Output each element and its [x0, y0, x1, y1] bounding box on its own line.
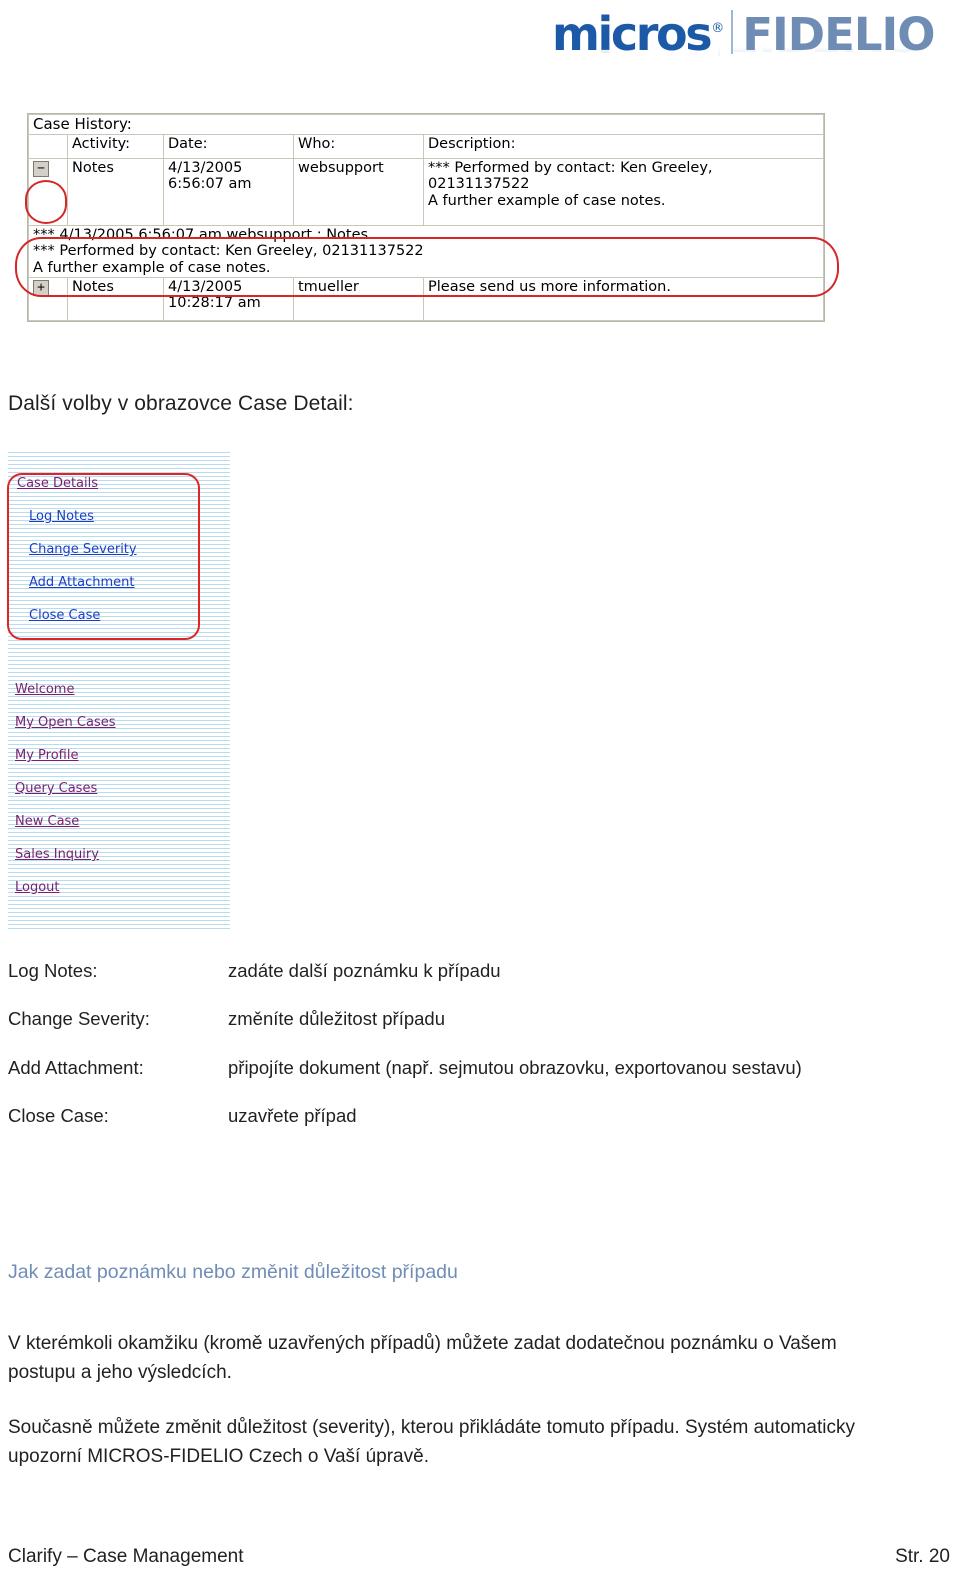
subsection-heading: Jak zadat poznámku nebo změnit důležitos… — [8, 1261, 458, 1283]
cell-activity: Notes — [67, 277, 164, 322]
menu-item-query-cases[interactable]: Query Cases — [8, 781, 230, 796]
fidelio-wordmark-reflection: FIDELIO — [729, 46, 921, 57]
expander-cell[interactable]: + — [28, 277, 68, 322]
menu-item-welcome[interactable]: Welcome — [8, 682, 230, 697]
cell-date-line1: 4/13/2005 — [168, 279, 243, 296]
expand-plus-icon[interactable]: + — [33, 280, 49, 297]
action-definitions-list: Log Notes: zadáte další poznámku k přípa… — [8, 958, 938, 1151]
page-footer: Clarify – Case Management Str. 20 — [8, 1546, 950, 1568]
menu-item-my-open-cases[interactable]: My Open Cases — [8, 715, 230, 730]
case-history-screenshot: Case History: Activity: Date: Who: Descr… — [27, 113, 825, 323]
paragraph-1: V kterémkoli okamžiku (kromě uzavřených … — [8, 1333, 837, 1384]
list-item: Log Notes: zadáte další poznámku k přípa… — [8, 958, 938, 984]
definition-description: připojíte dokument (např. sejmutou obraz… — [228, 1056, 802, 1078]
list-item: Add Attachment: připojíte dokument (např… — [8, 1055, 938, 1081]
definition-term: Close Case: — [8, 1104, 109, 1126]
menu-group-case-actions: Case Details Log Notes Change Severity A… — [8, 476, 230, 641]
menu-item-new-case[interactable]: New Case — [8, 814, 230, 829]
case-history-title: Case History: — [28, 114, 824, 135]
micros-wordmark-reflection: micros — [552, 46, 710, 58]
column-header-expander — [28, 133, 68, 159]
expanded-note-row: *** 4/13/2005 6:56:07 am websupport : No… — [28, 224, 824, 279]
cell-who: tmueller — [293, 277, 424, 322]
list-item: Close Case: uzavřete případ — [8, 1103, 938, 1129]
case-detail-menu-screenshot: Case Details Log Notes Change Severity A… — [8, 452, 230, 930]
cell-date-line1: 4/13/2005 — [168, 159, 243, 176]
menu-item-case-details[interactable]: Case Details — [8, 476, 230, 491]
expanded-note-cell: *** 4/13/2005 6:56:07 am websupport : No… — [28, 224, 824, 279]
registered-trademark-icon: ® — [711, 21, 725, 36]
description-line3: A further example of case notes. — [428, 192, 666, 209]
column-header-who: Who: — [293, 133, 424, 159]
expanded-note-line1: *** 4/13/2005 6:56:07 am websupport : No… — [33, 226, 369, 243]
definition-term: Change Severity: — [8, 1008, 150, 1030]
menu-item-logout[interactable]: Logout — [8, 880, 230, 895]
definition-description: uzavřete případ — [228, 1104, 357, 1126]
cell-date: 4/13/2005 10:28:17 am — [163, 277, 294, 322]
cell-date-line2: 6:56:07 am — [168, 176, 252, 193]
footer-document-title: Clarify – Case Management — [8, 1546, 244, 1567]
definition-term: Log Notes: — [8, 960, 98, 981]
menu-item-add-attachment[interactable]: Add Attachment — [8, 575, 230, 590]
column-header-activity: Activity: — [67, 133, 164, 159]
menu-item-log-notes[interactable]: Log Notes — [8, 509, 230, 524]
definition-description: zadáte další poznámku k případu — [228, 960, 501, 981]
micros-fidelio-logo: micros® FIDELIO micros FIDELIO — [552, 6, 952, 82]
definition-description: změníte důležitost případu — [228, 1008, 445, 1030]
column-header-description: Description: — [423, 133, 824, 159]
table-row: − Notes 4/13/2005 6:56:07 am websupport … — [28, 157, 824, 226]
cell-activity: Notes — [67, 157, 164, 226]
case-history-title-row: Case History: — [28, 114, 824, 135]
page-title: Další volby v obrazovce Case Detail: — [8, 392, 354, 415]
description-line1: *** Performed by contact: Ken Greeley, — [428, 159, 713, 176]
cell-who: websupport — [293, 157, 424, 226]
menu-item-sales-inquiry[interactable]: Sales Inquiry — [8, 847, 230, 862]
menu-group-navigation: Welcome My Open Cases My Profile Query C… — [8, 682, 230, 913]
cell-date: 4/13/2005 6:56:07 am — [163, 157, 294, 226]
list-item: Change Severity: změníte důležitost příp… — [8, 1006, 938, 1032]
column-header-date: Date: — [163, 133, 294, 159]
case-history-header-row: Activity: Date: Who: Description: — [28, 133, 824, 159]
table-row: + Notes 4/13/2005 10:28:17 am tmueller P… — [28, 277, 824, 322]
footer-page-number: Str. 20 — [895, 1546, 950, 1567]
menu-item-close-case[interactable]: Close Case — [8, 608, 230, 623]
expanded-note-line3: A further example of case notes. — [33, 259, 271, 276]
case-history-table: Case History: Activity: Date: Who: Descr… — [28, 114, 824, 322]
menu-item-change-severity[interactable]: Change Severity — [8, 542, 230, 557]
cell-description: Please send us more information. — [423, 277, 824, 322]
definition-term: Add Attachment: — [8, 1056, 144, 1078]
expanded-note-line2: *** Performed by contact: Ken Greeley, 0… — [33, 243, 424, 260]
menu-item-my-profile[interactable]: My Profile — [8, 748, 230, 763]
cell-date-line2: 10:28:17 am — [168, 295, 261, 312]
description-line2: 02131137522 — [428, 176, 530, 193]
logo-reflection: micros FIDELIO — [552, 45, 952, 58]
expander-cell[interactable]: − — [28, 157, 68, 226]
paragraph-2: Současně můžete změnit důležitost (sever… — [8, 1417, 855, 1468]
cell-description: *** Performed by contact: Ken Greeley, 0… — [423, 157, 824, 226]
collapse-minus-icon[interactable]: − — [33, 160, 49, 177]
